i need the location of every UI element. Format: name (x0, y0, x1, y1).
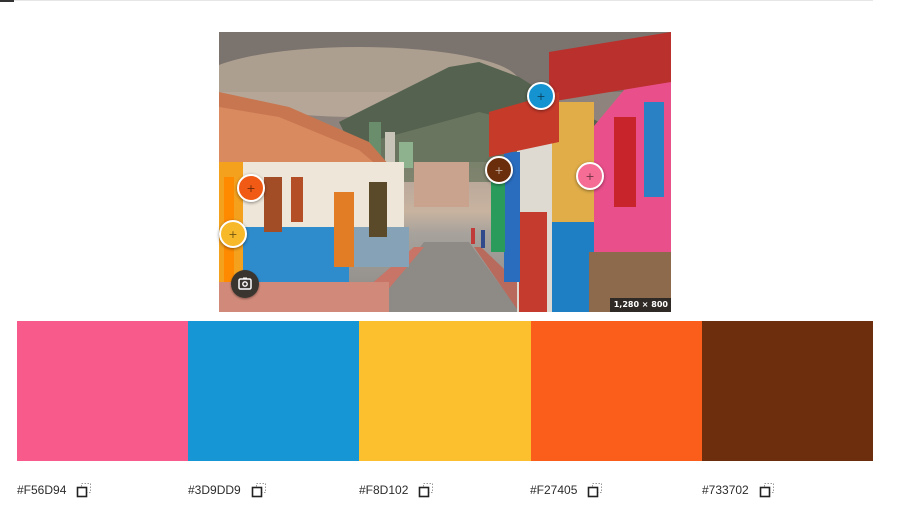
swatch-pink[interactable] (17, 321, 188, 461)
swatch-blue[interactable] (188, 321, 359, 461)
color-palette (17, 321, 873, 461)
copy-icon[interactable] (251, 482, 267, 498)
marker-plus-icon: + (494, 163, 504, 177)
hex-label-group: #F8D102 (359, 478, 434, 502)
palette-labels: #F56D94 #3D9DD9 #F8D102 #F27405 #733702 (0, 478, 905, 502)
color-marker-blue[interactable]: + (527, 82, 555, 110)
color-marker-brown[interactable]: + (485, 156, 513, 184)
capture-button[interactable] (231, 270, 259, 298)
marker-plus-icon: + (246, 181, 256, 195)
copy-icon[interactable] (587, 482, 603, 498)
hex-label-group: #3D9DD9 (188, 478, 267, 502)
color-marker-orange[interactable]: + (237, 174, 265, 202)
swatch-brown[interactable] (702, 321, 873, 461)
marker-plus-icon: + (536, 89, 546, 103)
hex-label-group: #733702 (702, 478, 775, 502)
swatch-orange[interactable] (531, 321, 702, 461)
hex-code: #733702 (702, 483, 749, 497)
hex-code: #F56D94 (17, 483, 67, 497)
copy-icon[interactable] (418, 482, 434, 498)
marker-plus-icon: + (228, 227, 238, 241)
color-marker-yellow[interactable]: + (219, 220, 247, 248)
hex-code: #F8D102 (359, 483, 409, 497)
image-dimensions-badge: 1,280 × 800 (609, 298, 671, 312)
hex-code: #F27405 (530, 483, 578, 497)
swatch-yellow[interactable] (359, 321, 531, 461)
capture-icon (238, 277, 252, 290)
marker-plus-icon: + (585, 169, 595, 183)
top-divider (0, 0, 873, 1)
color-marker-pink[interactable]: + (576, 162, 604, 190)
hex-label-group: #F56D94 (17, 478, 92, 502)
copy-icon[interactable] (759, 482, 775, 498)
hex-code: #3D9DD9 (188, 483, 241, 497)
top-edge-mark (0, 0, 14, 2)
hex-label-group: #F27405 (530, 478, 603, 502)
copy-icon[interactable] (76, 482, 92, 498)
